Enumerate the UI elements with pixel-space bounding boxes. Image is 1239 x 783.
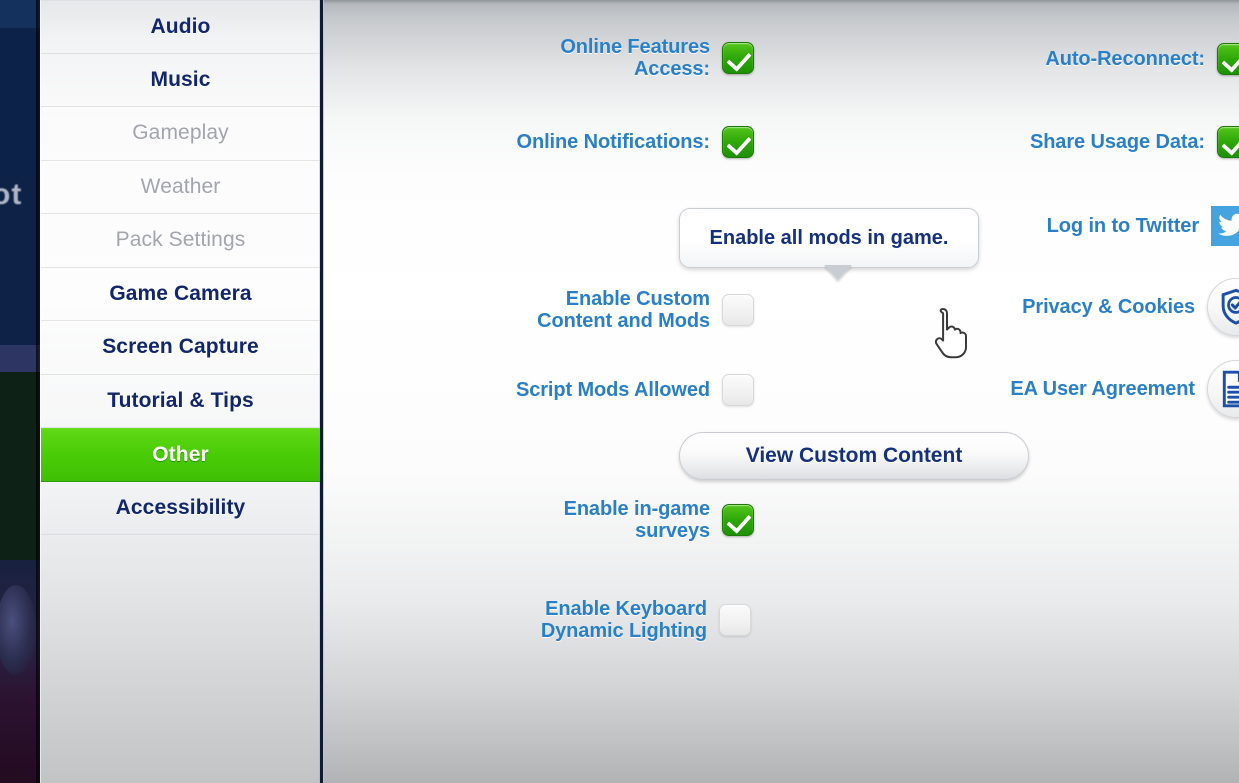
left-options-column: Online Features Access: Online Notificat… [324, 0, 1029, 783]
online-notifications-checkbox[interactable] [722, 126, 754, 158]
shield-check-icon[interactable] [1207, 278, 1239, 336]
sidebar-item-label: Music [150, 67, 211, 91]
sidebar-item-game-camera[interactable]: Game Camera [41, 268, 320, 321]
backdrop-text-fragment: ot [0, 178, 23, 211]
sidebar-item-accessibility[interactable]: Accessibility [41, 482, 320, 535]
option-enable-ingame-surveys[interactable]: Enable in-game surveys [494, 498, 754, 542]
sidebar-item-label: Screen Capture [102, 335, 259, 359]
sidebar-item-pack-settings: Pack Settings [41, 214, 320, 268]
sidebar-item-label: Gameplay [132, 121, 229, 145]
option-script-mods-allowed[interactable]: Script Mods Allowed [484, 374, 754, 406]
sidebar-item-label: Pack Settings [115, 228, 246, 252]
tooltip-pointer [824, 265, 852, 280]
ea-user-agreement-label: EA User Agreement [1010, 377, 1195, 400]
sidebar-item-music[interactable]: Music [41, 54, 320, 107]
tooltip-text: Enable all mods in game. [709, 226, 949, 249]
option-ea-user-agreement[interactable]: EA User Agreement [875, 360, 1239, 418]
sidebar-item-gameplay: Gameplay [41, 107, 320, 161]
twitter-icon[interactable] [1211, 206, 1239, 246]
settings-main-panel: Online Features Access: Online Notificat… [323, 0, 1239, 783]
document-icon[interactable] [1207, 360, 1239, 418]
online-features-access-label: Online Features Access: [560, 36, 710, 80]
enable-ingame-surveys-checkbox[interactable] [722, 504, 754, 536]
privacy-and-cookies-label: Privacy & Cookies [1022, 295, 1195, 318]
sidebar-item-screen-capture[interactable]: Screen Capture [41, 321, 320, 375]
share-usage-data-label: Share Usage Data: [1029, 130, 1205, 153]
option-enable-keyboard-dynamic-lighting[interactable]: Enable Keyboard Dynamic Lighting [474, 598, 751, 642]
script-mods-allowed-checkbox[interactable] [722, 374, 754, 406]
option-online-notifications[interactable]: Online Notifications: [454, 126, 754, 158]
online-features-access-checkbox[interactable] [722, 42, 754, 74]
share-usage-data-checkbox[interactable] [1217, 126, 1239, 158]
right-options-column: Auto-Reconnect: Share Usage Data: Log in… [839, 0, 1239, 783]
enable-keyboard-lighting-label: Enable Keyboard Dynamic Lighting [540, 598, 707, 642]
settings-sidebar: Audio Music Gameplay Weather Pack Settings Ga… [40, 0, 320, 783]
log-in-to-twitter-label: Log in to Twitter [1046, 214, 1199, 237]
enable-custom-content-checkbox[interactable] [722, 294, 754, 326]
script-mods-allowed-label: Script Mods Allowed [515, 378, 710, 401]
online-notifications-label: Online Notifications: [516, 130, 711, 153]
option-online-features-access[interactable]: Online Features Access: [504, 36, 754, 80]
auto-reconnect-label: Auto-Reconnect: [1045, 47, 1205, 70]
sidebar-item-label: Tutorial & Tips [107, 388, 254, 412]
option-share-usage-data[interactable]: Share Usage Data: [859, 126, 1239, 158]
option-auto-reconnect[interactable]: Auto-Reconnect: [859, 43, 1239, 75]
sidebar-item-weather: Weather [41, 161, 320, 214]
sidebar-item-other[interactable]: Other [41, 428, 320, 482]
backdrop-blur-blob [0, 585, 36, 675]
sidebar-item-label: Game Camera [109, 281, 252, 305]
game-backdrop: ot [0, 0, 40, 783]
enable-all-mods-tooltip: Enable all mods in game. [679, 208, 979, 280]
sidebar-item-label: Other [152, 442, 209, 466]
sidebar-item-label: Accessibility [115, 495, 246, 519]
enable-custom-content-label: Enable Custom Content and Mods [537, 288, 710, 332]
sidebar-item-tutorial-tips[interactable]: Tutorial & Tips [41, 375, 320, 428]
option-enable-custom-content-and-mods[interactable]: Enable Custom Content and Mods [484, 288, 754, 332]
settings-screen: ot Audio Music Gameplay Weather Pack Setting… [0, 0, 1239, 783]
option-privacy-and-cookies[interactable]: Privacy & Cookies [875, 278, 1239, 336]
enable-keyboard-lighting-checkbox[interactable] [719, 604, 751, 636]
sidebar-item-label: Weather [140, 174, 221, 198]
sidebar-item-label: Audio [150, 14, 211, 38]
enable-ingame-surveys-label: Enable in-game surveys [563, 498, 711, 542]
auto-reconnect-checkbox[interactable] [1217, 43, 1239, 75]
sidebar-item-audio[interactable]: Audio [41, 0, 320, 54]
